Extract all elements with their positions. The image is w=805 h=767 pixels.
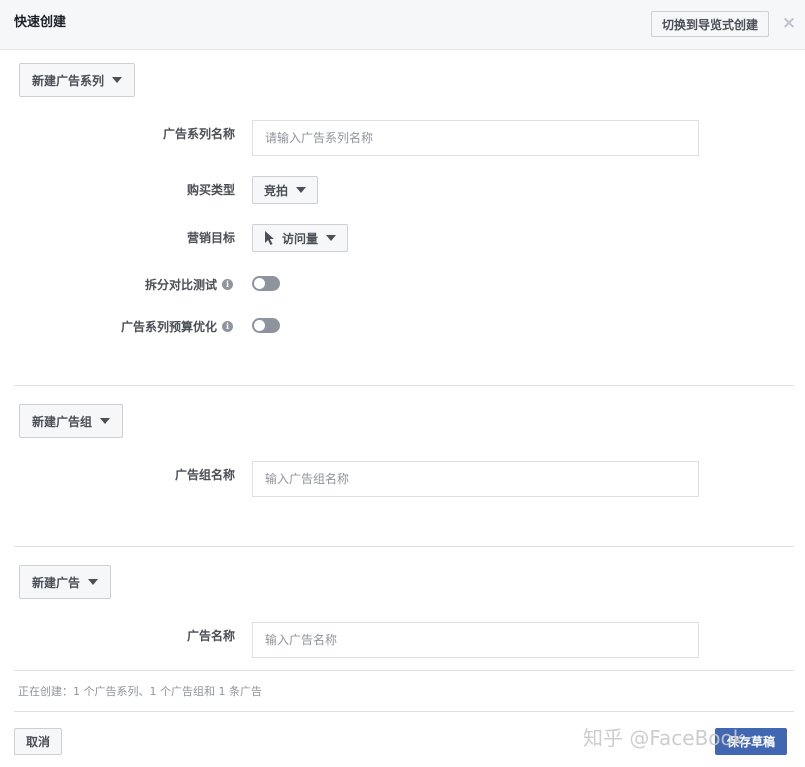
cursor-icon bbox=[265, 231, 274, 245]
caret-down-icon bbox=[100, 418, 111, 424]
caret-down-icon bbox=[112, 77, 123, 83]
toggle-knob bbox=[254, 278, 265, 289]
marketing-objective-label: 营销目标 bbox=[186, 230, 235, 245]
caret-down-icon bbox=[326, 235, 337, 241]
new-ad-label: 新建广告 bbox=[32, 575, 81, 590]
info-icon[interactable]: i bbox=[222, 278, 233, 290]
watermark: 知乎 @FaceBook bbox=[583, 726, 745, 750]
budget-optimization-toggle[interactable] bbox=[252, 318, 280, 333]
new-adset-label: 新建广告组 bbox=[32, 414, 93, 429]
adset-name-input[interactable] bbox=[252, 461, 699, 497]
cancel-button[interactable]: 取消 bbox=[14, 728, 62, 755]
section-divider bbox=[14, 385, 794, 386]
budget-optimization-label-row: 广告系列预算优化 i bbox=[40, 317, 233, 335]
ad-name-input[interactable] bbox=[252, 622, 699, 658]
marketing-objective-value: 访问量 bbox=[282, 231, 319, 246]
new-campaign-label: 新建广告系列 bbox=[32, 73, 105, 88]
caret-down-icon bbox=[88, 579, 99, 585]
new-ad-dropdown[interactable]: 新建广告 bbox=[19, 565, 112, 599]
split-test-toggle[interactable] bbox=[252, 276, 280, 291]
section-divider bbox=[14, 546, 794, 547]
info-icon[interactable]: i bbox=[222, 320, 233, 332]
close-icon[interactable]: × bbox=[781, 14, 797, 32]
split-test-label-row: 拆分对比测试 i bbox=[60, 275, 233, 293]
campaign-name-input[interactable] bbox=[252, 120, 699, 156]
footer-divider bbox=[14, 670, 794, 671]
campaign-name-label: 广告系列名称 bbox=[162, 126, 235, 141]
dialog-header: 快速创建 切换到导览式创建 × bbox=[0, 0, 805, 50]
caret-down-icon bbox=[296, 187, 307, 193]
dialog-title: 快速创建 bbox=[14, 15, 67, 30]
ad-name-label: 广告名称 bbox=[186, 628, 235, 643]
new-campaign-dropdown[interactable]: 新建广告系列 bbox=[19, 63, 136, 97]
marketing-objective-dropdown[interactable]: 访问量 bbox=[252, 224, 349, 252]
buying-type-label: 购买类型 bbox=[186, 182, 235, 197]
toggle-knob bbox=[254, 320, 265, 331]
budget-optimization-label: 广告系列预算优化 bbox=[120, 319, 217, 334]
footer-divider bbox=[14, 711, 794, 712]
split-test-label: 拆分对比测试 bbox=[144, 277, 217, 292]
buying-type-value: 竞拍 bbox=[264, 183, 289, 198]
new-adset-dropdown[interactable]: 新建广告组 bbox=[19, 404, 124, 438]
adset-name-label: 广告组名称 bbox=[174, 467, 235, 482]
buying-type-dropdown[interactable]: 竞拍 bbox=[252, 176, 319, 204]
creation-summary: 正在创建：1 个广告系列、1 个广告组和 1 条广告 bbox=[18, 685, 262, 698]
switch-to-guided-creation-button[interactable]: 切换到导览式创建 bbox=[651, 11, 769, 37]
